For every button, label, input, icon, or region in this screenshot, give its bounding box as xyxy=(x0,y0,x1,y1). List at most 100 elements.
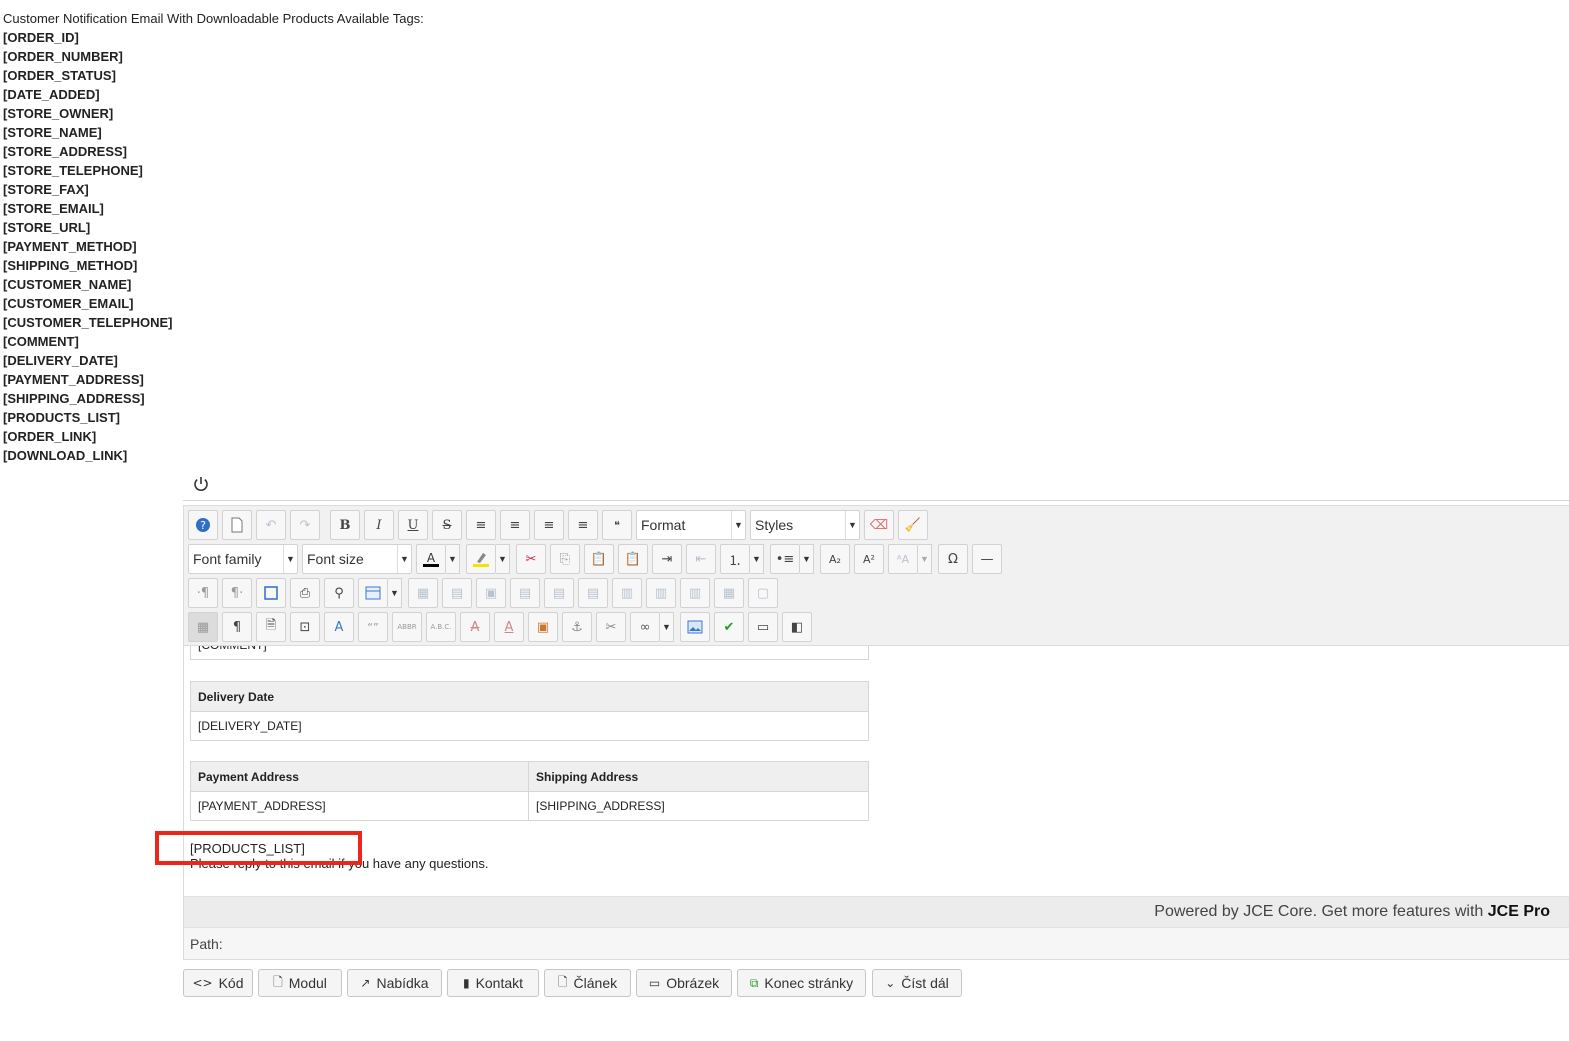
underline-icon[interactable]: U xyxy=(398,510,428,540)
tag-item: [STORE_NAME] xyxy=(3,125,102,140)
font-family-select[interactable]: Font family ▼ xyxy=(188,544,298,574)
copy-icon: ⧉ xyxy=(749,975,759,990)
align-center-icon[interactable]: ≡ xyxy=(500,510,530,540)
image-icon[interactable] xyxy=(680,612,710,642)
special-character-icon[interactable]: Ω xyxy=(938,544,968,574)
abbr-icon[interactable]: ABBR xyxy=(392,612,422,642)
print-icon[interactable]: ⎙ xyxy=(290,578,320,608)
horizontal-rule-icon[interactable]: — xyxy=(972,544,1002,574)
code-button-label: Kód xyxy=(218,975,244,991)
table-cell-props-icon[interactable]: ▣ xyxy=(476,578,506,608)
article-button[interactable]: 🗋 Článek xyxy=(544,969,631,997)
code-button[interactable]: <> Kód xyxy=(183,969,253,997)
menu-button[interactable]: ↗ Nabídka xyxy=(347,969,442,997)
tag-item: [PAYMENT_ADDRESS] xyxy=(3,372,144,387)
insert-row-after-icon[interactable]: ▤ xyxy=(544,578,574,608)
text-color-icon[interactable]: A xyxy=(416,544,446,574)
fullscreen-icon[interactable] xyxy=(256,578,286,608)
pagebreak-button[interactable]: ⧉ Konec stránky xyxy=(737,969,866,997)
editor-content[interactable]: [COMMENT] Delivery Date [DELIVERY_DATE] … xyxy=(183,646,1569,896)
text-case-icon[interactable]: ᴬA xyxy=(888,544,918,574)
table-row-props-icon[interactable]: ▤ xyxy=(442,578,472,608)
blockquote-icon[interactable]: ❝ xyxy=(602,510,632,540)
format-select-label: Format xyxy=(641,517,686,533)
tag-item: [PRODUCTS_LIST] xyxy=(3,410,120,425)
indent-icon[interactable]: ⇥ xyxy=(652,544,682,574)
readmore-icon[interactable]: ▭ xyxy=(748,612,778,642)
image-button[interactable]: ▭ Obrázek xyxy=(636,969,732,997)
rtl-direction-icon[interactable]: ¶· xyxy=(222,578,252,608)
align-right-icon[interactable]: ≡ xyxy=(568,510,598,540)
text-color-dropdown[interactable]: ▼ xyxy=(446,544,460,574)
code-icon: <> xyxy=(192,976,213,990)
format-select[interactable]: Format ▼ xyxy=(636,510,746,540)
numbered-list-icon[interactable]: ⒈ xyxy=(720,544,750,574)
redo-icon[interactable]: ↷ xyxy=(290,510,320,540)
search-replace-icon[interactable]: ⚲ xyxy=(324,578,354,608)
text-case-dropdown[interactable]: ▼ xyxy=(918,544,932,574)
new-document-icon[interactable] xyxy=(222,510,252,540)
styles-select[interactable]: Styles ▼ xyxy=(750,510,860,540)
italic-icon[interactable]: I xyxy=(364,510,394,540)
delete-text-icon[interactable]: A xyxy=(460,612,490,642)
strikethrough-icon[interactable]: S xyxy=(432,510,462,540)
insert-col-before-icon[interactable]: ▥ xyxy=(612,578,642,608)
contact-button[interactable]: ▮ Kontakt xyxy=(447,969,539,997)
delete-row-icon[interactable]: ▤ xyxy=(578,578,608,608)
nonbreaking-icon[interactable]: ⊡ xyxy=(290,612,320,642)
highlight-color-dropdown[interactable]: ▼ xyxy=(496,544,510,574)
align-justify-icon[interactable]: ≡ xyxy=(466,510,496,540)
ltr-direction-icon[interactable]: ·¶ xyxy=(188,578,218,608)
cleanup-broom-icon[interactable]: 🧹 xyxy=(898,510,928,540)
payment-address-header: Payment Address xyxy=(190,761,529,792)
insert-text-icon[interactable]: A xyxy=(494,612,524,642)
show-blocks-icon[interactable]: ¶ xyxy=(222,612,252,642)
bold-icon[interactable]: B xyxy=(330,510,360,540)
outdent-icon[interactable]: ⇤ xyxy=(686,544,716,574)
merge-cells-icon[interactable]: ▢ xyxy=(748,578,778,608)
picture-icon: ▭ xyxy=(648,976,661,990)
table-icon[interactable] xyxy=(358,578,388,608)
font-family-label: Font family xyxy=(193,551,262,567)
article-pagebreak-icon[interactable]: ◧ xyxy=(782,612,812,642)
bullet-list-dropdown[interactable]: ▼ xyxy=(800,544,814,574)
unlink-icon[interactable]: ✂ xyxy=(596,612,626,642)
undo-icon[interactable]: ↶ xyxy=(256,510,286,540)
split-cells-icon[interactable]: ▦ xyxy=(714,578,744,608)
numbered-list-dropdown[interactable]: ▼ xyxy=(750,544,764,574)
tags-heading: Customer Notification Email With Downloa… xyxy=(3,11,424,26)
eraser-icon[interactable]: ⌫ xyxy=(864,510,894,540)
tag-item: [CUSTOMER_TELEPHONE] xyxy=(3,315,173,330)
paste-icon[interactable]: 📋 xyxy=(584,544,614,574)
acronym-icon[interactable]: A.B.C. xyxy=(426,612,456,642)
bullet-list-icon[interactable]: •≡ xyxy=(770,544,800,574)
style-props-icon[interactable]: A xyxy=(324,612,354,642)
anchor-icon[interactable]: ⚓ xyxy=(562,612,592,642)
font-size-select[interactable]: Font size ▼ xyxy=(302,544,412,574)
visual-aid-icon[interactable]: ▦ xyxy=(188,612,218,642)
spellcheck-icon[interactable]: ✔ xyxy=(714,612,744,642)
tag-item: [DELIVERY_DATE] xyxy=(3,353,118,368)
editor-toggle-power-icon[interactable] xyxy=(192,475,210,493)
copy-icon[interactable]: ⎘ xyxy=(550,544,580,574)
module-button[interactable]: 🗋 Modul xyxy=(258,969,342,997)
insert-row-before-icon[interactable]: ▤ xyxy=(510,578,540,608)
paste-text-icon[interactable]: 📋 xyxy=(618,544,648,574)
help-icon[interactable]: ? xyxy=(188,510,218,540)
source-doc-icon[interactable]: 🗎 xyxy=(256,612,286,642)
cut-icon[interactable]: ✂ xyxy=(516,544,546,574)
table-dropdown[interactable]: ▼ xyxy=(388,578,402,608)
highlight-color-icon[interactable] xyxy=(466,544,496,574)
link-dropdown[interactable]: ▼ xyxy=(660,612,674,642)
subscript-icon[interactable]: A₂ xyxy=(820,544,850,574)
insert-col-after-icon[interactable]: ▥ xyxy=(646,578,676,608)
jce-pro-link[interactable]: JCE Pro xyxy=(1488,903,1550,920)
delete-table-icon[interactable]: ▦ xyxy=(408,578,438,608)
superscript-icon[interactable]: A² xyxy=(854,544,884,574)
cite-icon[interactable]: “” xyxy=(358,612,388,642)
link-icon[interactable]: ∞ xyxy=(630,612,660,642)
delete-col-icon[interactable]: ▥ xyxy=(680,578,710,608)
readmore-button[interactable]: ⌄ Číst dál xyxy=(872,969,962,997)
align-left-icon[interactable]: ≡ xyxy=(534,510,564,540)
attributes-icon[interactable]: ▣ xyxy=(528,612,558,642)
